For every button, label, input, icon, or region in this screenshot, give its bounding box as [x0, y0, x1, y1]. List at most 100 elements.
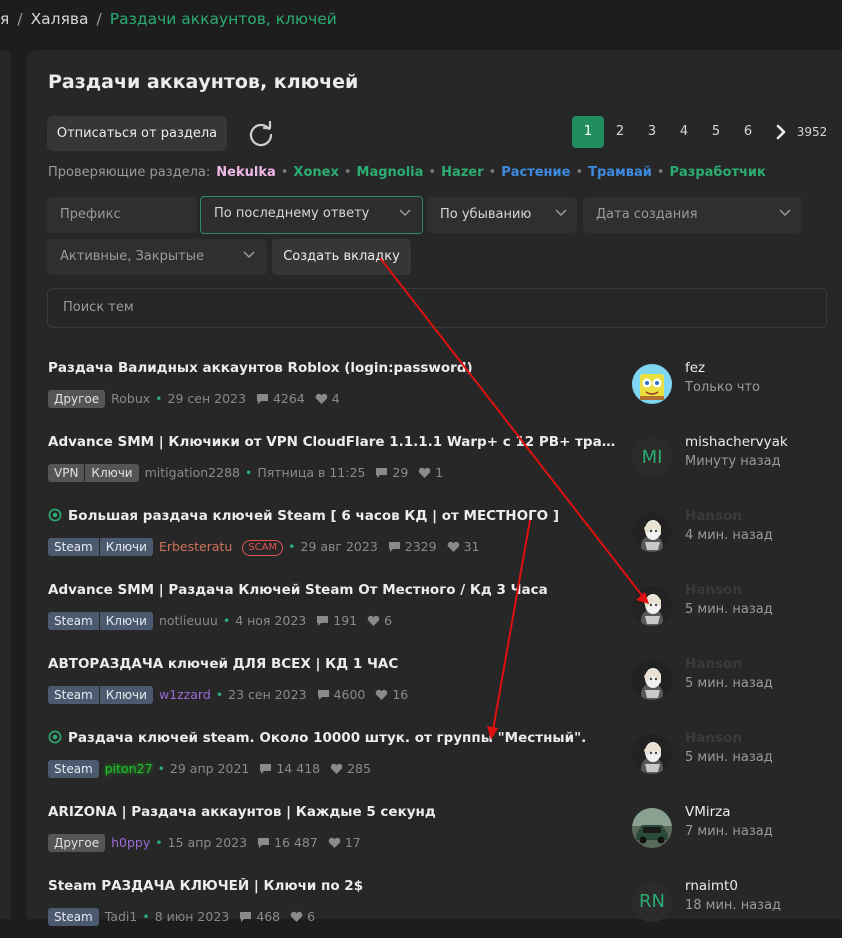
heart-icon — [328, 837, 341, 848]
refresh-icon[interactable] — [247, 120, 275, 148]
avatar[interactable] — [632, 364, 672, 404]
page-4-button[interactable]: 4 — [668, 116, 700, 148]
thread-date[interactable]: Пятница в 11:25 — [257, 465, 365, 480]
last-reply-time[interactable]: 5 мин. назад — [685, 750, 773, 765]
last-reply-time[interactable]: 5 мин. назад — [685, 676, 773, 691]
last-reply-user[interactable]: rnaimt0 — [685, 878, 738, 894]
thread-title[interactable]: ARIZONA | Раздача аккаунтов | Каждые 5 с… — [48, 804, 618, 820]
prefix-filter[interactable]: Префикс — [47, 197, 197, 233]
last-reply-time[interactable]: Только что — [685, 380, 760, 395]
last-reply-time[interactable]: 18 мин. назад — [685, 898, 781, 913]
page-title: Раздачи аккаунтов, ключей — [48, 71, 359, 93]
thread-date[interactable]: 29 сен 2023 — [168, 391, 246, 406]
thread-prefix[interactable]: Другое — [48, 390, 106, 408]
sticky-icon — [48, 508, 62, 522]
thread-title[interactable]: Раздача Валидных аккаунтов Roblox (login… — [48, 360, 618, 376]
breadcrumb-item-root[interactable]: я — [0, 10, 9, 28]
thread-prefix[interactable]: Steam — [48, 760, 99, 778]
thread-prefix[interactable]: Steam — [48, 686, 99, 704]
thread-likes: 16 — [392, 687, 409, 702]
thread-date[interactable]: 23 сен 2023 — [228, 687, 306, 702]
thread-author[interactable]: piton27 — [105, 761, 153, 776]
thread-prefix[interactable]: Steam — [48, 538, 99, 556]
thread-title[interactable]: Advance SMM | Ключики от VPN CloudFlare … — [48, 434, 618, 450]
last-reply-user[interactable]: fez — [685, 360, 705, 376]
breadcrumb-item-freebies[interactable]: Халява — [31, 10, 89, 28]
thread-author[interactable]: Tadi1 — [105, 909, 138, 924]
moderator-link[interactable]: Разработчик — [670, 165, 766, 180]
heart-icon — [376, 689, 388, 700]
last-reply-user[interactable]: VMirza — [685, 804, 731, 820]
avatar[interactable]: MI — [632, 438, 672, 478]
order-dropdown[interactable]: По убыванию — [427, 197, 577, 233]
heart-icon — [447, 541, 459, 552]
page-5-button[interactable]: 5 — [700, 116, 732, 148]
thread-author[interactable]: Erbesteratu — [159, 539, 232, 554]
thread-title[interactable]: Раздача ключей steam. Около 10000 штук. … — [48, 730, 618, 746]
thread-date[interactable]: 29 апр 2021 — [170, 761, 249, 776]
thread-meta: Steam Tadi1 • 8 июн 2023 468 6 — [48, 908, 315, 926]
thread-prefix[interactable]: Ключи — [99, 612, 153, 630]
page-last-button[interactable]: 3952 — [796, 116, 828, 148]
thread-meta: Steam Ключи w1zzard • 23 сен 2023 4600 16 — [48, 686, 408, 704]
thread-likes: 6 — [384, 613, 393, 628]
last-reply-user[interactable]: mishachervyak — [685, 434, 788, 450]
last-reply-time[interactable]: Минуту назад — [685, 454, 781, 469]
avatar[interactable] — [632, 512, 672, 552]
avatar[interactable]: RN — [632, 882, 672, 922]
unsubscribe-button[interactable]: Отписаться от раздела — [47, 116, 227, 151]
thread-date[interactable]: 4 ноя 2023 — [235, 613, 306, 628]
moderator-link[interactable]: Трамвай — [588, 165, 652, 180]
date-dropdown[interactable]: Дата создания — [583, 197, 802, 233]
thread-title[interactable]: АВТОРАЗДАЧА ключей ДЛЯ ВСЕХ | КД 1 ЧАС — [48, 656, 618, 672]
thread-author[interactable]: Robux — [111, 391, 150, 406]
thread-title[interactable]: Steam РАЗДАЧА КЛЮЧЕЙ | Ключи по 2$ — [48, 878, 618, 894]
thread-prefix[interactable]: Steam — [48, 908, 99, 926]
thread-prefix[interactable]: Ключи — [99, 538, 153, 556]
last-reply-time[interactable]: 5 мин. назад — [685, 602, 773, 617]
thread-date[interactable]: 8 июн 2023 — [155, 909, 230, 924]
avatar[interactable] — [632, 734, 672, 774]
page-3-button[interactable]: 3 — [636, 116, 668, 148]
thread-title-text: Раздача ключей steam. Около 10000 штук. … — [68, 730, 587, 746]
thread-date[interactable]: 29 авг 2023 — [301, 539, 378, 554]
avatar[interactable] — [632, 660, 672, 700]
thread-title[interactable]: Advance SMM | Раздача Ключей Steam От Ме… — [48, 582, 618, 598]
last-reply-time[interactable]: 7 мин. назад — [685, 824, 773, 839]
create-tab-button[interactable]: Создать вкладку — [272, 239, 411, 275]
thread-prefix[interactable]: Ключи — [99, 686, 153, 704]
last-reply-user[interactable]: Hanson — [685, 582, 742, 598]
avatar[interactable] — [632, 586, 672, 626]
thread-author[interactable]: notlieuuu — [159, 613, 218, 628]
moderator-link[interactable]: Растение — [501, 165, 570, 180]
breadcrumb-item-current[interactable]: Раздачи аккаунтов, ключей — [110, 10, 337, 28]
sort-dropdown[interactable]: По последнему ответу — [200, 196, 423, 234]
last-reply-user[interactable]: Hanson — [685, 730, 742, 746]
thread-author[interactable]: mitigation2288 — [145, 465, 240, 480]
last-reply-time[interactable]: 4 мин. назад — [685, 528, 773, 543]
page-2-button[interactable]: 2 — [604, 116, 636, 148]
state-dropdown[interactable]: Активные, Закрытые — [47, 239, 267, 275]
thread-prefix[interactable]: Ключи — [85, 464, 139, 482]
search-input[interactable]: Поиск тем — [47, 288, 827, 328]
date-dropdown-value: Дата создания — [596, 207, 698, 222]
moderator-link[interactable]: Hazer — [441, 165, 483, 180]
moderator-link[interactable]: Nekulka — [216, 165, 275, 180]
heart-icon — [367, 615, 380, 626]
thread-date[interactable]: 15 апр 2023 — [168, 835, 247, 850]
thread-prefix[interactable]: Steam — [48, 612, 99, 630]
moderator-link[interactable]: Magnolia — [357, 165, 424, 180]
avatar[interactable] — [632, 808, 672, 848]
thread-author[interactable]: w1zzard — [159, 687, 211, 702]
thread-prefix[interactable]: Другое — [48, 834, 106, 852]
thread-prefix[interactable]: VPN — [48, 464, 85, 482]
thread-title[interactable]: Большая раздача ключей Steam [ 6 часов К… — [48, 508, 618, 524]
last-reply-user[interactable]: Hanson — [685, 656, 742, 672]
page-1-button[interactable]: 1 — [572, 116, 604, 148]
last-reply-user[interactable]: Hanson — [685, 508, 742, 524]
moderator-link[interactable]: Xonex — [293, 165, 338, 180]
page-6-button[interactable]: 6 — [732, 116, 764, 148]
thread-author[interactable]: h0ppy — [111, 835, 150, 850]
chevron-right-icon[interactable] — [774, 124, 788, 140]
moderators-row: Проверяющие раздела: Nekulka • Xonex • Magnol… — [48, 165, 766, 180]
